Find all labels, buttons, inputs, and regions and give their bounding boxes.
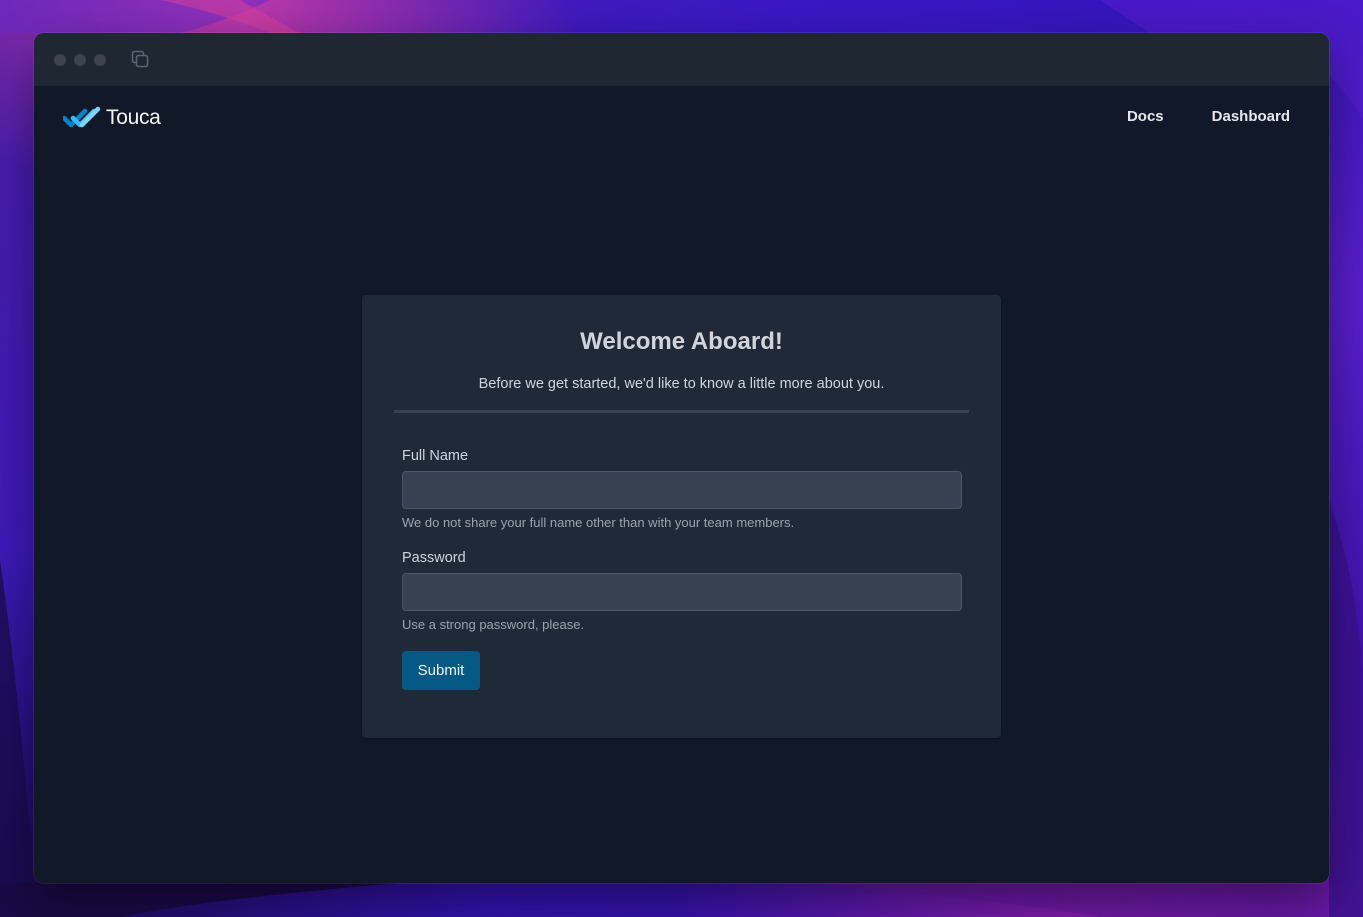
card-subtitle: Before we get started, we'd like to know… bbox=[478, 376, 885, 392]
brand-name: Touca bbox=[106, 106, 161, 129]
window-titlebar bbox=[34, 33, 1329, 87]
tabs-overview-icon[interactable] bbox=[130, 49, 150, 69]
minimize-window-button[interactable] bbox=[74, 54, 86, 66]
nav-link-dashboard[interactable]: Dashboard bbox=[1212, 108, 1290, 125]
password-input[interactable] bbox=[402, 573, 962, 611]
touca-checkmarks-logo-icon bbox=[63, 106, 101, 128]
page-content: Touca Docs Dashboard Welcome Aboard! Bef… bbox=[34, 86, 1329, 883]
nav-links: Docs Dashboard bbox=[1127, 108, 1290, 125]
zoom-window-button[interactable] bbox=[94, 54, 106, 66]
card-divider bbox=[394, 410, 969, 413]
onboarding-card: Welcome Aboard! Before we get started, w… bbox=[362, 295, 1001, 738]
submit-button[interactable]: Submit bbox=[402, 651, 480, 690]
close-window-button[interactable] bbox=[54, 54, 66, 66]
top-navbar: Touca Docs Dashboard bbox=[34, 86, 1329, 150]
full-name-label: Full Name bbox=[402, 448, 469, 464]
browser-window: Touca Docs Dashboard Welcome Aboard! Bef… bbox=[34, 33, 1329, 883]
full-name-input[interactable] bbox=[402, 471, 962, 509]
nav-link-docs[interactable]: Docs bbox=[1127, 108, 1164, 125]
password-help-text: Use a strong password, please. bbox=[402, 617, 585, 632]
password-label: Password bbox=[402, 550, 466, 566]
full-name-help-text: We do not share your full name other tha… bbox=[402, 515, 795, 530]
brand-logo[interactable]: Touca bbox=[63, 106, 161, 130]
card-title: Welcome Aboard! bbox=[580, 328, 783, 355]
